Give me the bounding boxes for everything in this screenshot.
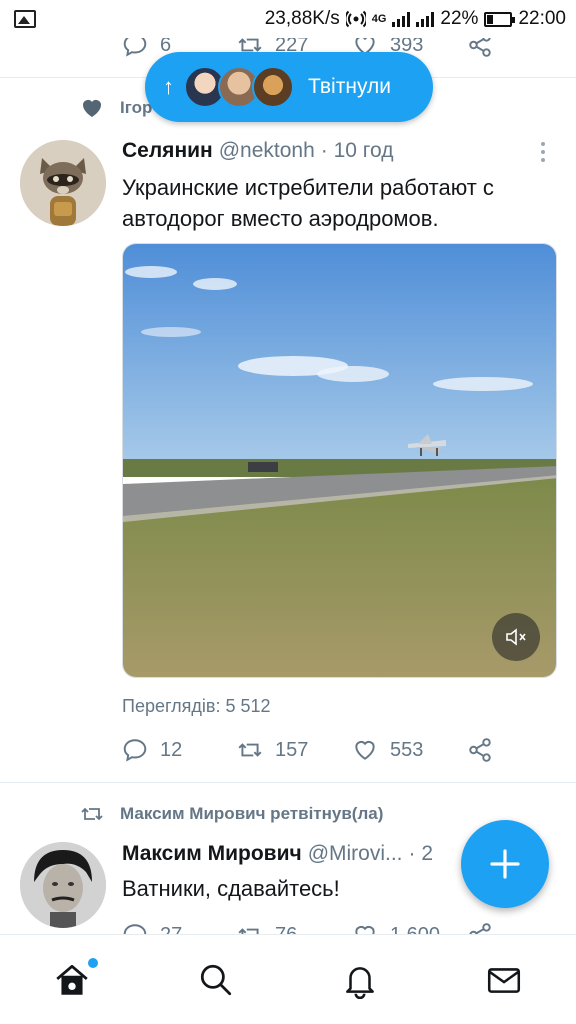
signal-icon: [392, 11, 411, 27]
retweet-context: Максим Мирович ретвітнув(ла): [80, 802, 383, 826]
reply-icon: [123, 739, 147, 762]
share-icon: [469, 38, 491, 57]
tweet-header: Максим Мирович @Mirovi... · 2: [122, 842, 433, 866]
like-icon: [355, 740, 375, 760]
tweet-time: · 10 год: [320, 139, 394, 162]
tweet-text: Украинские истребители работают с автодо…: [122, 175, 494, 231]
share-button[interactable]: [467, 38, 493, 58]
compose-tweet-button[interactable]: [461, 820, 549, 908]
tweet-actions: 12 157 553: [122, 737, 502, 763]
mute-icon: [506, 628, 526, 646]
user-handle[interactable]: @Mirovi...: [308, 842, 403, 866]
portrait-avatar-image: [20, 842, 106, 928]
battery-icon: [484, 11, 516, 27]
heart-filled-icon: [83, 100, 101, 117]
nav-home[interactable]: [32, 940, 112, 1020]
bottom-navigation: [0, 934, 576, 1024]
share-icon: [469, 738, 491, 762]
new-tweets-label: Твітнули: [308, 75, 391, 98]
reply-icon: [123, 38, 147, 57]
messages-icon: [487, 967, 521, 993]
network-type: 4G: [371, 13, 387, 25]
status-bar: 23,88K/s 4G 22% 22:00: [0, 0, 576, 38]
reply-button[interactable]: 12: [122, 737, 237, 763]
avatar: [252, 66, 294, 108]
nav-search[interactable]: [176, 940, 256, 1020]
clock: 22:00: [518, 8, 566, 29]
retweet-icon: [238, 743, 262, 757]
battery-percent: 22%: [440, 8, 479, 29]
avatar[interactable]: [20, 140, 106, 226]
raccoon-avatar-image: [20, 140, 106, 226]
new-tweets-pill[interactable]: ↑ Твітнули: [145, 52, 433, 122]
social-context: Ігор: [80, 96, 152, 120]
network-speed: 23,88K/s: [264, 8, 340, 29]
display-name[interactable]: Селянин: [122, 139, 213, 163]
arrow-up-icon: ↑: [163, 74, 174, 99]
gallery-icon: [14, 10, 36, 28]
like-button[interactable]: 553: [352, 737, 467, 763]
signal-icon-2: [416, 11, 435, 27]
home-icon: [56, 964, 88, 995]
user-handle[interactable]: @nektonh: [219, 139, 315, 163]
share-button[interactable]: [467, 737, 493, 763]
like-count: 553: [390, 738, 424, 761]
nav-messages[interactable]: [464, 940, 544, 1020]
hotspot-icon: [345, 10, 366, 28]
retweet-icon: [81, 807, 103, 821]
more-icon[interactable]: [538, 142, 548, 162]
avatar[interactable]: [20, 842, 106, 928]
nav-notifications[interactable]: [320, 940, 400, 1020]
retweet-button[interactable]: 157: [237, 737, 352, 763]
tweet-divider: [0, 782, 576, 783]
reply-count: 12: [160, 738, 183, 761]
view-count: Переглядів: 5 512: [122, 696, 271, 716]
compose-icon: [490, 849, 520, 879]
video-frame-image: [123, 244, 556, 677]
unread-indicator: [88, 957, 98, 968]
retweet-count: 157: [275, 738, 309, 761]
tweet-video[interactable]: [122, 243, 557, 678]
notifications-icon: [346, 966, 374, 999]
retweet-context-label[interactable]: Максим Мирович ретвітнув(ла): [120, 804, 383, 824]
mute-button[interactable]: [492, 613, 540, 661]
tweet-time: · 2: [408, 842, 434, 865]
display-name[interactable]: Максим Мирович: [122, 842, 302, 866]
search-icon: [200, 964, 232, 995]
pill-avatars: [184, 66, 294, 108]
tweet-header: Селянин @nektonh · 10 год: [122, 139, 393, 163]
